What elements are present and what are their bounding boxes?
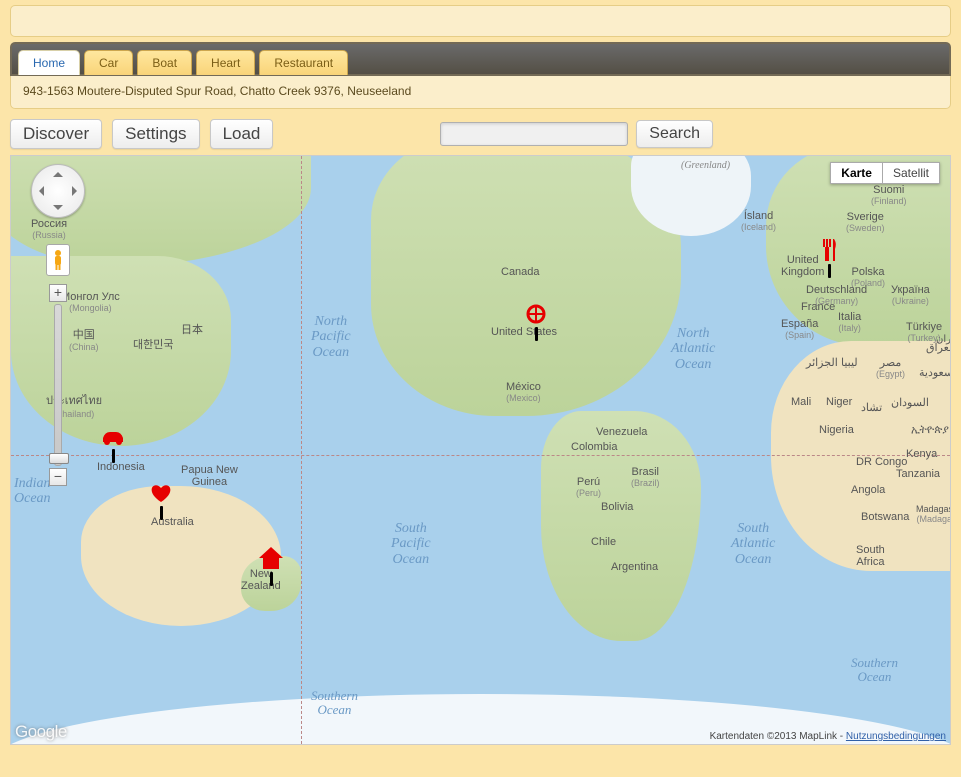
zoom-in-button[interactable]: + [49,284,67,302]
search-input[interactable] [440,122,628,146]
tab-home[interactable]: Home [18,50,80,75]
marker-stem [112,449,115,463]
map-attribution: Kartendaten ©2013 MapLink - Nutzungsbedi… [710,731,946,742]
label-indian: IndianOcean [14,476,51,507]
zoom-out-button[interactable]: − [49,468,67,486]
circle-icon [526,304,546,327]
tab-content: 943-1563 Moutere-Disputed Spur Road, Cha… [10,76,951,109]
label-s-pacific: SouthPacificOcean [391,521,431,567]
pan-rotator[interactable] [31,164,85,218]
streetview-pegman[interactable] [46,244,70,276]
marker-stem [828,264,831,278]
marker-stem [270,572,273,586]
map-canvas[interactable]: NorthPacificOcean SouthPacificOcean Nort… [10,155,951,745]
tab-restaurant[interactable]: Restaurant [259,50,348,75]
maptype-switch: Karte Satellit [830,162,940,184]
restaurant-marker[interactable] [821,239,837,278]
pan-up-icon[interactable] [53,167,63,177]
tab-boat[interactable]: Boat [137,50,192,75]
equator-line [11,455,950,456]
address-text: 943-1563 Moutere-Disputed Spur Road, Cha… [23,84,411,98]
zoom-slider-track[interactable] [54,304,62,466]
fork-icon [821,239,837,264]
car-icon [100,430,126,449]
label-n-pacific: NorthPacificOcean [311,314,351,360]
terms-link[interactable]: Nutzungsbedingungen [846,731,946,742]
maptype-map[interactable]: Karte [830,162,882,184]
land-sa [541,411,701,641]
tab-panel: Home Car Boat Heart Restaurant 943-1563 … [10,42,951,109]
land-asia-east [11,256,231,446]
heart-icon [150,483,172,506]
settings-button[interactable]: Settings [112,119,199,149]
top-header-bar [10,5,951,37]
heart-marker[interactable] [150,483,172,520]
discover-button[interactable]: Discover [10,119,102,149]
pan-right-icon[interactable] [72,186,82,196]
label-n-atlantic: NorthAtlanticOcean [671,326,715,372]
maptype-satellite[interactable]: Satellit [882,162,940,184]
home-marker[interactable] [259,547,283,586]
tab-heart[interactable]: Heart [196,50,255,75]
search-button[interactable]: Search [636,120,713,148]
load-button[interactable]: Load [210,119,274,149]
pan-down-icon[interactable] [53,205,63,215]
dateline [301,156,302,744]
label-southern-2: SouthernOcean [851,656,898,685]
google-logo: Google [15,722,67,742]
label-s-atlantic: SouthAtlanticOcean [731,521,775,567]
marker-stem [160,506,163,520]
pan-left-icon[interactable] [34,186,44,196]
zoom-control: + − [49,284,67,486]
tab-strip: Home Car Boat Heart Restaurant [10,42,951,76]
controls-row: Discover Settings Load Search [10,119,951,149]
zoom-slider-handle[interactable] [49,453,69,464]
car-marker[interactable] [100,430,126,463]
marker-stem [535,327,538,341]
label-png: Papua NewGuinea [181,464,238,488]
land-africa [771,341,951,571]
boat-marker[interactable] [526,304,546,341]
home-icon [259,547,283,572]
tab-car[interactable]: Car [84,50,133,75]
